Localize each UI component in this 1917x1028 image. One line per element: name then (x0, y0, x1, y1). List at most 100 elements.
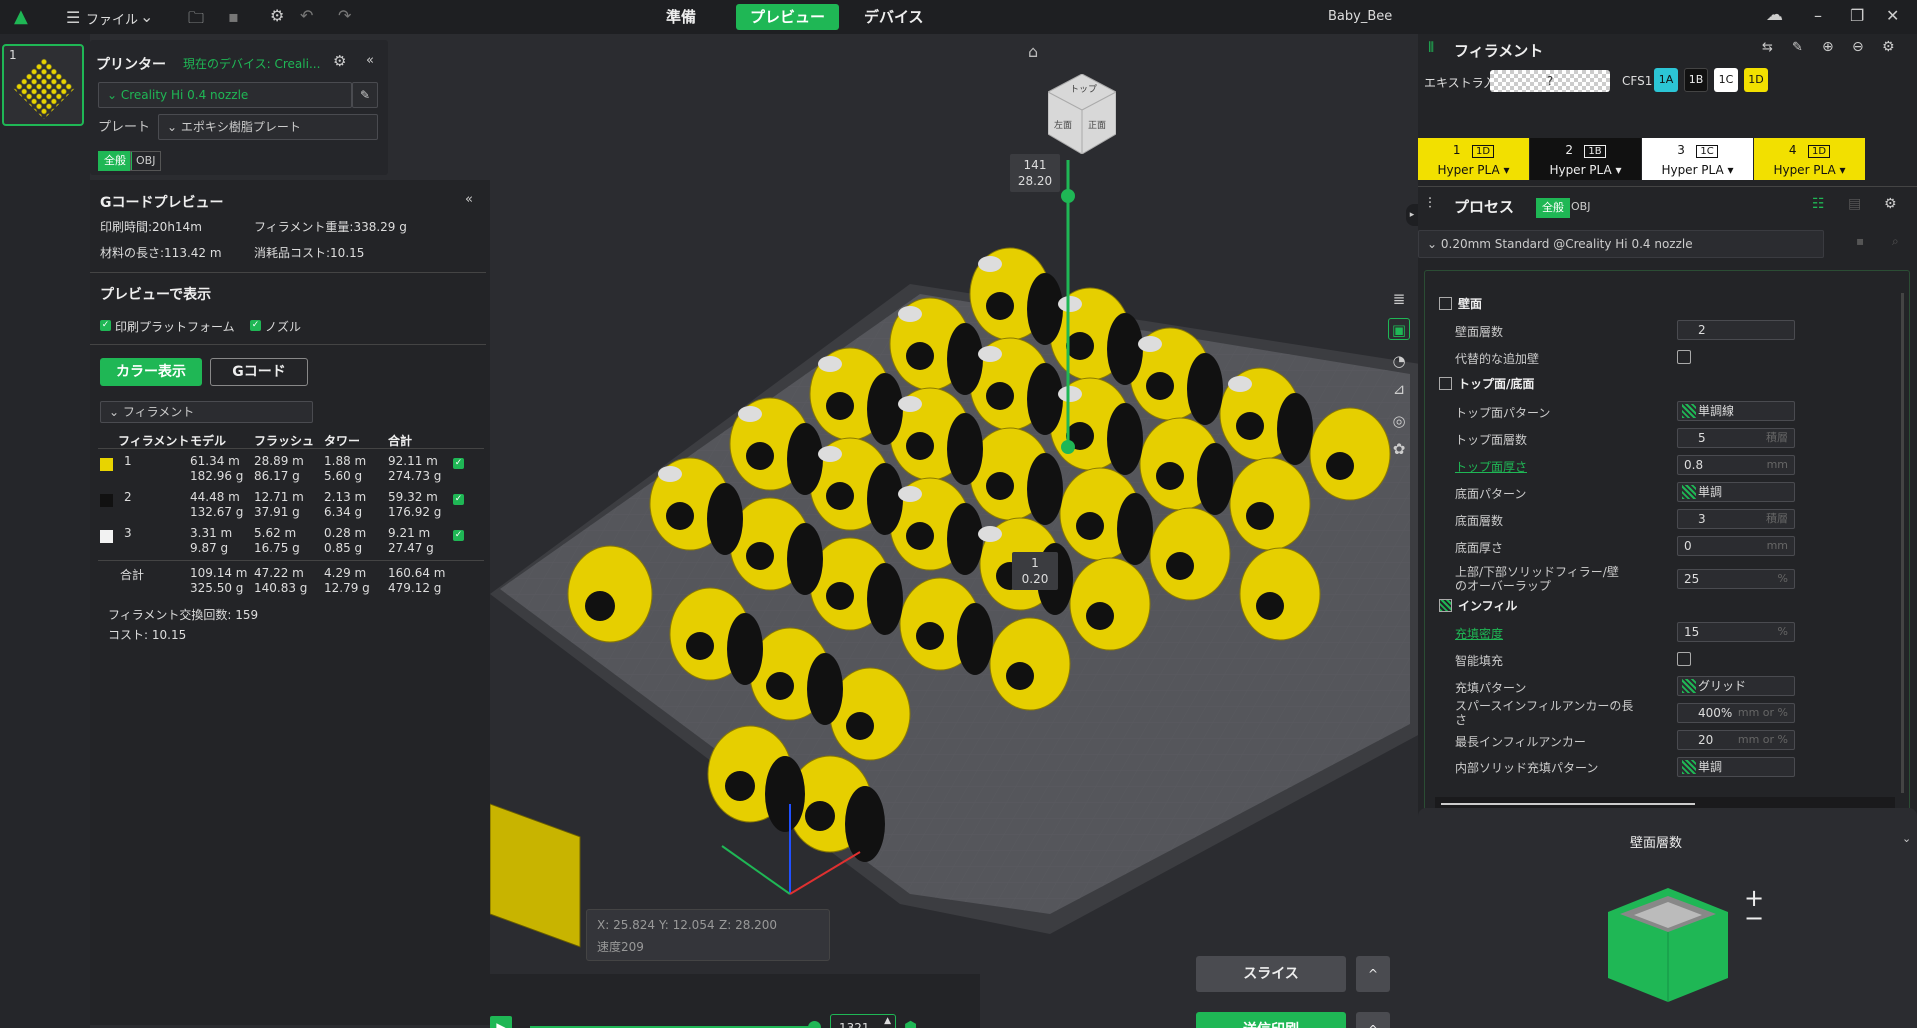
plate-type-label: プレート (98, 120, 151, 135)
speed-icon[interactable]: ◔ (1388, 350, 1410, 372)
gcode-view-button[interactable]: Gコード (210, 358, 308, 386)
layer-stack-icon[interactable]: ⬢ (904, 1018, 917, 1028)
menu-icon[interactable]: ☰ (66, 8, 80, 27)
project-title: Baby_Bee (1328, 9, 1393, 24)
search-icon[interactable]: ⌕ (1892, 234, 1899, 249)
process-filter-all[interactable]: 全般 (1536, 198, 1570, 218)
scroll-thumb[interactable] (1441, 803, 1695, 805)
filament-card-2[interactable]: 2 1B Hyper PLA ▾ (1530, 138, 1641, 180)
wall-layers-input[interactable]: 2 (1677, 320, 1795, 340)
process-advanced-icon[interactable]: ⚙ (1884, 196, 1897, 212)
cfs-slot-1b[interactable]: 1B (1684, 68, 1708, 92)
filter-obj-button[interactable]: OBJ (130, 151, 162, 171)
cfs-slot-1d[interactable]: 1D (1744, 68, 1768, 92)
platform-checkbox[interactable]: ✓ (100, 320, 111, 331)
play-icon[interactable]: ▶ (490, 1016, 512, 1028)
arrange-icon[interactable]: ✿ (1388, 438, 1410, 460)
view-cube[interactable]: トップ 左面 正面 (1047, 73, 1117, 155)
filament-card-4[interactable]: 4 1D Hyper PLA ▾ (1754, 138, 1865, 180)
nozzle-checkbox[interactable]: ✓ (250, 320, 261, 331)
chevron-down-icon[interactable]: ⌄ (140, 7, 153, 26)
total-weight: 274.73 g (388, 469, 442, 483)
edit-printer-icon[interactable]: ✎ (352, 82, 378, 108)
3d-viewport[interactable]: ⌂ トップ 左面 正面 141 28.20 1 0.20 ≣ ▣ ◔ ⊿ ◎ ✿… (490, 34, 1418, 1028)
overlap-input[interactable]: 25% (1677, 569, 1795, 589)
view-type-select[interactable]: ⌄ フィラメント (100, 401, 313, 423)
sync-icon[interactable]: ⇆ (1762, 40, 1773, 55)
process-preset-value: 0.20mm Standard @Creality Hi 0.4 nozzle (1440, 237, 1693, 251)
bottom-layers-input[interactable]: 3 積層 (1677, 509, 1795, 529)
slice-view-icon[interactable]: ▣ (1388, 318, 1410, 340)
tab-device[interactable]: デバイス (850, 4, 938, 30)
infill-density-input[interactable]: 15% (1677, 622, 1795, 642)
brush-icon[interactable]: ✎ (1792, 40, 1803, 55)
infill-pattern-label: 充填パターン (1455, 681, 1527, 695)
color-view-button[interactable]: カラー表示 (100, 358, 202, 386)
close-icon[interactable]: ✕ (1886, 6, 1899, 25)
plate-thumbnail[interactable]: 1 (2, 44, 84, 126)
top-pattern-select[interactable]: 単調線 (1677, 401, 1795, 421)
anchor-length-input[interactable]: 400% mm or % (1677, 703, 1795, 723)
cfs-slot-1c[interactable]: 1C (1714, 68, 1738, 92)
filter-all-button[interactable]: 全般 (98, 151, 132, 171)
slice-button[interactable]: スライス (1196, 956, 1346, 992)
print-options-button[interactable]: ^ (1356, 1012, 1390, 1028)
internal-solid-pattern-select[interactable]: 単調 (1677, 757, 1795, 777)
max-anchor-input[interactable]: 20 mm or % (1677, 730, 1795, 750)
layers-icon[interactable]: ≣ (1388, 288, 1410, 310)
app-logo-icon: ▲ (14, 6, 28, 27)
restore-icon[interactable]: ❐ (1850, 6, 1864, 25)
redo-icon[interactable]: ↷ (338, 6, 351, 25)
home-icon[interactable]: ⌂ (1028, 42, 1038, 61)
process-preset-select[interactable]: ⌄ 0.20mm Standard @Creality Hi 0.4 nozzl… (1418, 230, 1824, 258)
move-value-spinner[interactable]: 1321 ▲▼ (830, 1014, 896, 1028)
send-print-button[interactable]: 送信印刷 (1196, 1012, 1346, 1028)
row-visible-checkbox[interactable]: ✓ (453, 494, 464, 505)
filament-card-3[interactable]: 3 1C Hyper PLA ▾ (1642, 138, 1753, 180)
top-thickness-label[interactable]: トップ面厚さ (1455, 458, 1527, 475)
bottom-thickness-value: 0 (1684, 539, 1692, 553)
minimize-icon[interactable]: – (1814, 6, 1822, 25)
bottom-thickness-input[interactable]: 0 mm (1677, 536, 1795, 556)
add-filament-icon[interactable]: ⊕ (1822, 39, 1834, 55)
expand-right-icon[interactable]: ▸ (1406, 204, 1418, 226)
cloud-upload-icon[interactable]: ☁ (1766, 5, 1783, 25)
process-filter-obj[interactable]: OBJ (1566, 198, 1595, 216)
filament-settings-icon[interactable]: ⚙ (1882, 39, 1895, 55)
tab-prepare[interactable]: 準備 (652, 4, 710, 30)
top-layers-input[interactable]: 5 積層 (1677, 428, 1795, 448)
undo-icon[interactable]: ↶ (300, 6, 313, 25)
list-view-icon[interactable]: ☷ (1812, 196, 1825, 212)
section-top-bottom: トップ面/底面 (1439, 375, 1534, 392)
remove-filament-icon[interactable]: ⊖ (1852, 39, 1864, 55)
infill-pattern-select[interactable]: グリッド (1677, 676, 1795, 696)
vertical-scrollbar[interactable] (1901, 293, 1904, 793)
open-folder-icon[interactable]: 🗀 (188, 7, 204, 34)
compare-icon[interactable]: ▤ (1848, 196, 1861, 212)
extruder-select[interactable]: ? (1490, 70, 1610, 92)
top-thickness-input[interactable]: 0.8 mm (1677, 455, 1795, 475)
plate-type-select[interactable]: ⌄ エポキシ樹脂プレート (158, 114, 378, 140)
collapse-left-icon[interactable]: « (465, 192, 473, 207)
save-icon[interactable]: ▪ (228, 7, 239, 26)
collapse-left-icon[interactable]: « (366, 53, 374, 68)
cfs-slot-1a[interactable]: 1A (1654, 68, 1678, 92)
move-slider-handle[interactable] (808, 1021, 821, 1028)
chevron-down-icon[interactable]: ⌄ (1902, 832, 1911, 845)
row-visible-checkbox[interactable]: ✓ (453, 530, 464, 541)
smart-infill-checkbox[interactable] (1677, 652, 1691, 666)
infill-density-label[interactable]: 充填密度 (1455, 625, 1503, 642)
bottom-pattern-select[interactable]: 単調 (1677, 482, 1795, 502)
row-visible-checkbox[interactable]: ✓ (453, 458, 464, 469)
printer-settings-icon[interactable]: ⚙ (333, 52, 346, 70)
tab-preview[interactable]: プレビュー (736, 4, 840, 30)
measure-icon[interactable]: ⊿ (1388, 378, 1410, 400)
filament-card-1[interactable]: 1 1D Hyper PLA ▾ (1418, 138, 1529, 180)
printer-select[interactable]: ⌄ Creality Hi 0.4 nozzle (98, 82, 352, 108)
target-icon[interactable]: ◎ (1388, 410, 1410, 432)
file-menu[interactable]: ファイル (86, 9, 138, 28)
slice-options-button[interactable]: ^ (1356, 956, 1390, 992)
alt-wall-checkbox[interactable] (1677, 350, 1691, 364)
save-preset-icon[interactable]: ▪ (1856, 234, 1864, 248)
settings-gear-icon[interactable]: ⚙ (270, 6, 284, 25)
